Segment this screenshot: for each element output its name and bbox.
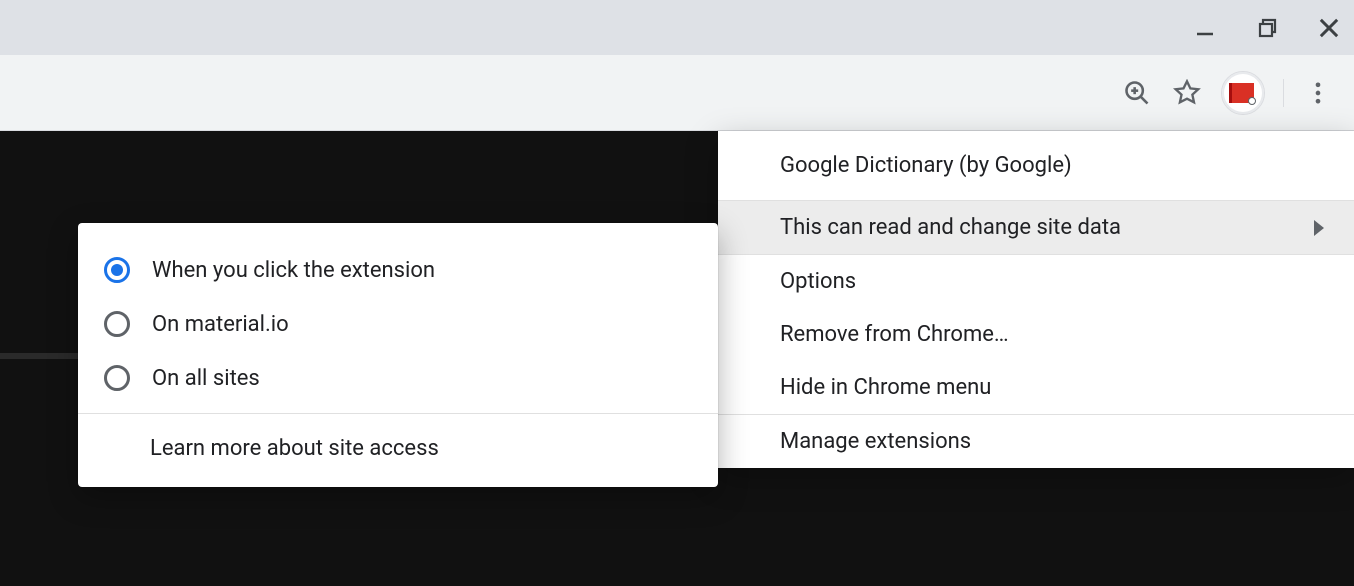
radio-label: On material.io	[152, 312, 289, 337]
close-icon	[1315, 14, 1343, 42]
radio-unselected-icon	[104, 365, 130, 391]
menu-item-label: Hide in Chrome menu	[780, 375, 991, 400]
more-vert-icon	[1304, 79, 1332, 107]
chrome-menu-button[interactable]	[1302, 77, 1334, 109]
dictionary-icon	[1232, 83, 1254, 103]
star-icon	[1173, 79, 1201, 107]
extension-badge[interactable]	[1221, 71, 1265, 115]
window-minimize-button[interactable]	[1188, 11, 1222, 45]
menu-item-hide[interactable]: Hide in Chrome menu	[718, 361, 1354, 414]
menu-item-label: This can read and change site data	[780, 215, 1121, 240]
menu-item-remove[interactable]: Remove from Chrome…	[718, 308, 1354, 361]
menu-item-label: Options	[780, 269, 856, 294]
window-restore-button[interactable]	[1250, 11, 1284, 45]
zoom-button[interactable]	[1121, 77, 1153, 109]
window-close-button[interactable]	[1312, 11, 1346, 45]
window-titlebar	[0, 0, 1354, 55]
toolbar-separator	[1283, 79, 1284, 107]
menu-item-label: Remove from Chrome…	[780, 322, 1009, 347]
radio-label: When you click the extension	[152, 258, 435, 283]
radio-selected-icon	[104, 257, 130, 283]
menu-item-site-data[interactable]: This can read and change site data	[718, 201, 1354, 254]
context-menu-title: Google Dictionary (by Google)	[718, 131, 1354, 200]
learn-more-label: Learn more about site access	[150, 436, 439, 461]
extension-context-menu: Google Dictionary (by Google) This can r…	[718, 131, 1354, 468]
menu-item-options[interactable]: Options	[718, 255, 1354, 308]
minimize-icon	[1193, 16, 1217, 40]
radio-option-on-click[interactable]: When you click the extension	[78, 243, 718, 297]
radio-unselected-icon	[104, 311, 130, 337]
menu-item-label: Manage extensions	[780, 429, 971, 454]
restore-icon	[1255, 16, 1279, 40]
chevron-right-icon	[1314, 220, 1324, 236]
radio-option-all-sites[interactable]: On all sites	[78, 351, 718, 405]
bookmark-star-button[interactable]	[1171, 77, 1203, 109]
learn-more-link[interactable]: Learn more about site access	[78, 414, 718, 487]
radio-label: On all sites	[152, 366, 260, 391]
radio-option-on-site[interactable]: On material.io	[78, 297, 718, 351]
menu-item-manage-extensions[interactable]: Manage extensions	[718, 415, 1354, 468]
site-access-submenu: When you click the extension On material…	[78, 223, 718, 487]
zoom-in-icon	[1123, 79, 1151, 107]
browser-toolbar	[0, 55, 1354, 131]
